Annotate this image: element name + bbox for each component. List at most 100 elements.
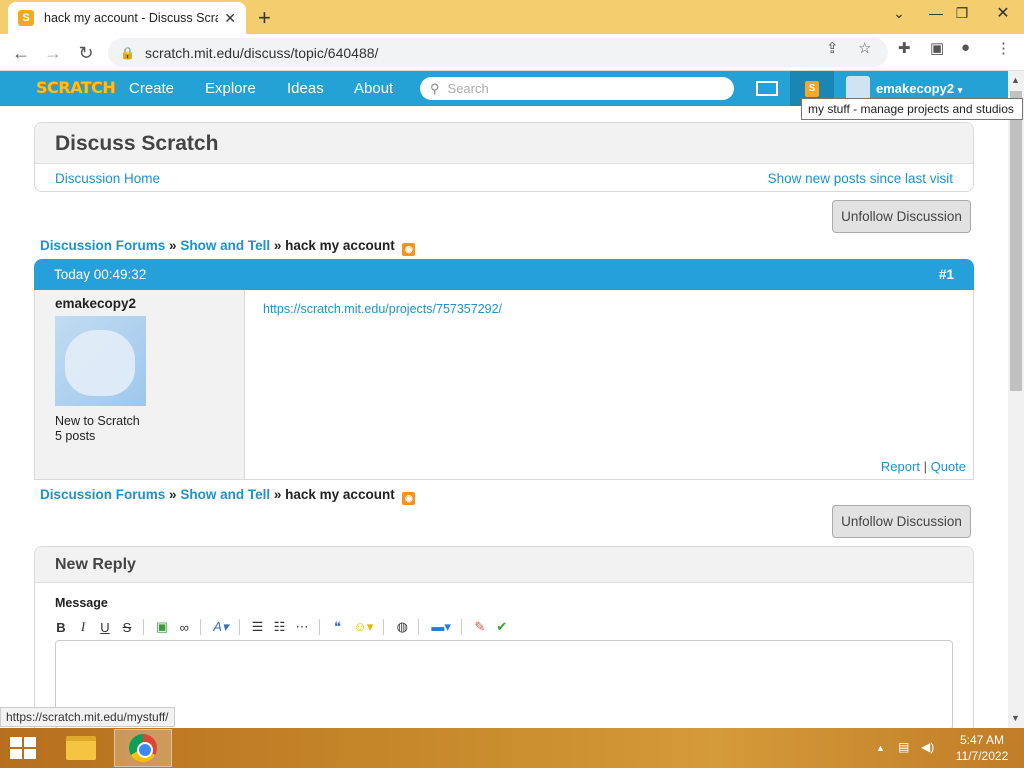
nav-about[interactable]: About: [354, 80, 393, 97]
scratchblocks-icon[interactable]: ▬▾: [431, 619, 451, 635]
rss-icon[interactable]: ◉: [402, 492, 416, 505]
menu-kebab-icon[interactable]: ⋮: [996, 39, 1011, 57]
address-bar[interactable]: 🔒 scratch.mit.edu/discuss/topic/640488/: [108, 38, 888, 67]
post-content-link[interactable]: https://scratch.mit.edu/projects/7573572…: [263, 302, 502, 316]
breadcrumb-separator: »: [273, 487, 282, 502]
bookmark-star-icon[interactable]: ☆: [858, 39, 871, 57]
browser-toolbar: ← → ↻ 🔒 scratch.mit.edu/discuss/topic/64…: [0, 34, 1024, 71]
rss-icon[interactable]: ◉: [402, 243, 416, 256]
breadcrumb-separator: »: [169, 487, 177, 502]
message-label: Message: [55, 596, 108, 610]
toolbar-divider: [418, 619, 420, 635]
breadcrumb: Discussion Forums » Show and Tell » hack…: [40, 238, 416, 256]
toolbar-divider: [143, 619, 144, 635]
tab-title: hack my account - Discuss Scratc: [44, 11, 219, 25]
breadcrumb-topic: hack my account: [285, 238, 395, 253]
nav-explore[interactable]: Explore: [205, 80, 256, 97]
nav-create[interactable]: Create: [129, 80, 174, 97]
scroll-up-icon[interactable]: ▲: [1011, 75, 1020, 85]
report-link[interactable]: Report: [881, 459, 920, 474]
extensions-icon[interactable]: ✚: [898, 39, 911, 57]
messages-icon[interactable]: [756, 81, 778, 96]
share-icon[interactable]: ⇪: [826, 39, 839, 57]
user-avatar[interactable]: [846, 76, 870, 100]
close-window-icon[interactable]: ✕: [983, 0, 1023, 26]
new-tab-icon[interactable]: +: [258, 5, 271, 31]
quote-icon[interactable]: ❝: [332, 619, 344, 635]
browser-tab[interactable]: S hack my account - Discuss Scratc ✕: [8, 2, 246, 34]
close-tab-icon[interactable]: ✕: [224, 10, 236, 27]
breadcrumb: Discussion Forums » Show and Tell » hack…: [40, 487, 416, 505]
toolbar-divider: [238, 619, 240, 635]
lock-icon: 🔒: [120, 45, 135, 60]
profile-icon[interactable]: ●: [961, 39, 970, 56]
url-text: scratch.mit.edu/discuss/topic/640488/: [144, 44, 379, 61]
username-dropdown[interactable]: emakecopy2 ▾: [876, 81, 962, 96]
scratch-logo[interactable]: SCRATCH: [36, 78, 116, 97]
breadcrumb-topic: hack my account: [285, 487, 395, 502]
status-bar-url: https://scratch.mit.edu/mystuff/: [0, 707, 175, 727]
link-icon[interactable]: ∞: [178, 620, 190, 635]
nav-ideas[interactable]: Ideas: [287, 80, 324, 97]
search-icon: ⚲: [430, 80, 440, 96]
post-number[interactable]: #1: [939, 267, 954, 282]
volume-icon[interactable]: ◀): [921, 740, 934, 754]
post-author-panel: emakecopy2 New to Scratch 5 posts: [35, 290, 245, 479]
clock-time: 5:47 AM: [959, 733, 1005, 747]
strikethrough-button[interactable]: S: [121, 620, 133, 635]
toolbar-divider: [383, 619, 385, 635]
mystuff-tooltip: my stuff - manage projects and studios: [801, 98, 1023, 120]
author-avatar[interactable]: [55, 316, 146, 406]
toolbar-divider: [318, 619, 320, 635]
file-explorer-icon[interactable]: [52, 729, 110, 767]
image-icon[interactable]: ▣: [156, 619, 168, 635]
tab-search-chevron-icon[interactable]: ⌄: [882, 0, 916, 26]
restore-icon[interactable]: ❐: [945, 0, 979, 26]
forward-icon[interactable]: →: [40, 40, 66, 66]
scroll-down-icon[interactable]: ▼: [1011, 713, 1020, 723]
windows-taskbar: ▲ ▤ ◀) 5:47 AM 11/7/2022: [0, 728, 1024, 768]
back-icon[interactable]: ←: [8, 40, 34, 66]
windows-start-icon[interactable]: [10, 737, 38, 761]
font-size-icon[interactable]: A▾: [213, 619, 228, 635]
taskbar-clock[interactable]: 5:47 AM 11/7/2022: [952, 732, 1012, 764]
post-body: emakecopy2 New to Scratch 5 posts https:…: [34, 290, 974, 480]
underline-button[interactable]: U: [99, 620, 111, 635]
breadcrumb-separator: »: [273, 238, 282, 253]
smiley-icon[interactable]: ☺▾: [354, 619, 374, 635]
mystuff-folder-icon: S: [805, 80, 819, 97]
browser-tab-bar: S hack my account - Discuss Scratc ✕ + ⌄…: [0, 0, 1024, 34]
new-posts-link[interactable]: Show new posts since last visit: [768, 171, 953, 186]
discussion-home-link[interactable]: Discussion Home: [55, 171, 160, 186]
list-item-icon[interactable]: ⋯: [296, 619, 309, 635]
page-scrollbar[interactable]: ▲ ▼: [1008, 71, 1024, 728]
tray-chevron-up-icon[interactable]: ▲: [876, 743, 885, 753]
post-time: Today 00:49:32: [54, 267, 147, 282]
breadcrumb-forums[interactable]: Discussion Forums: [40, 238, 165, 253]
action-separator: |: [923, 459, 927, 474]
scrollbar-thumb[interactable]: [1010, 91, 1022, 391]
unfollow-discussion-button[interactable]: Unfollow Discussion: [832, 505, 971, 538]
post-author[interactable]: emakecopy2: [55, 296, 136, 311]
quote-link[interactable]: Quote: [931, 459, 966, 474]
bold-button[interactable]: B: [55, 620, 67, 635]
unfollow-discussion-button[interactable]: Unfollow Discussion: [832, 200, 971, 233]
search-input[interactable]: ⚲ Search: [420, 77, 734, 100]
post-header: Today 00:49:32 #1: [34, 259, 974, 290]
page-title: Discuss Scratch: [55, 132, 219, 155]
reload-icon[interactable]: ↻: [73, 40, 99, 66]
globe-icon[interactable]: ◍: [396, 619, 408, 635]
side-panel-icon[interactable]: ▣: [930, 39, 944, 57]
chrome-taskbar-icon[interactable]: [114, 729, 172, 767]
message-textarea[interactable]: [55, 640, 953, 730]
preview-check-icon[interactable]: ✔: [496, 619, 508, 635]
breadcrumb-category[interactable]: Show and Tell: [180, 487, 270, 502]
network-icon[interactable]: ▤: [898, 740, 909, 754]
clean-format-icon[interactable]: ✎: [474, 619, 486, 635]
breadcrumb-category[interactable]: Show and Tell: [180, 238, 270, 253]
italic-button[interactable]: I: [77, 619, 89, 635]
breadcrumb-forums[interactable]: Discussion Forums: [40, 487, 165, 502]
bullet-list-icon[interactable]: ☰: [252, 619, 264, 635]
numbered-list-icon[interactable]: ☷: [274, 619, 286, 635]
author-rank: New to Scratch: [55, 414, 140, 428]
